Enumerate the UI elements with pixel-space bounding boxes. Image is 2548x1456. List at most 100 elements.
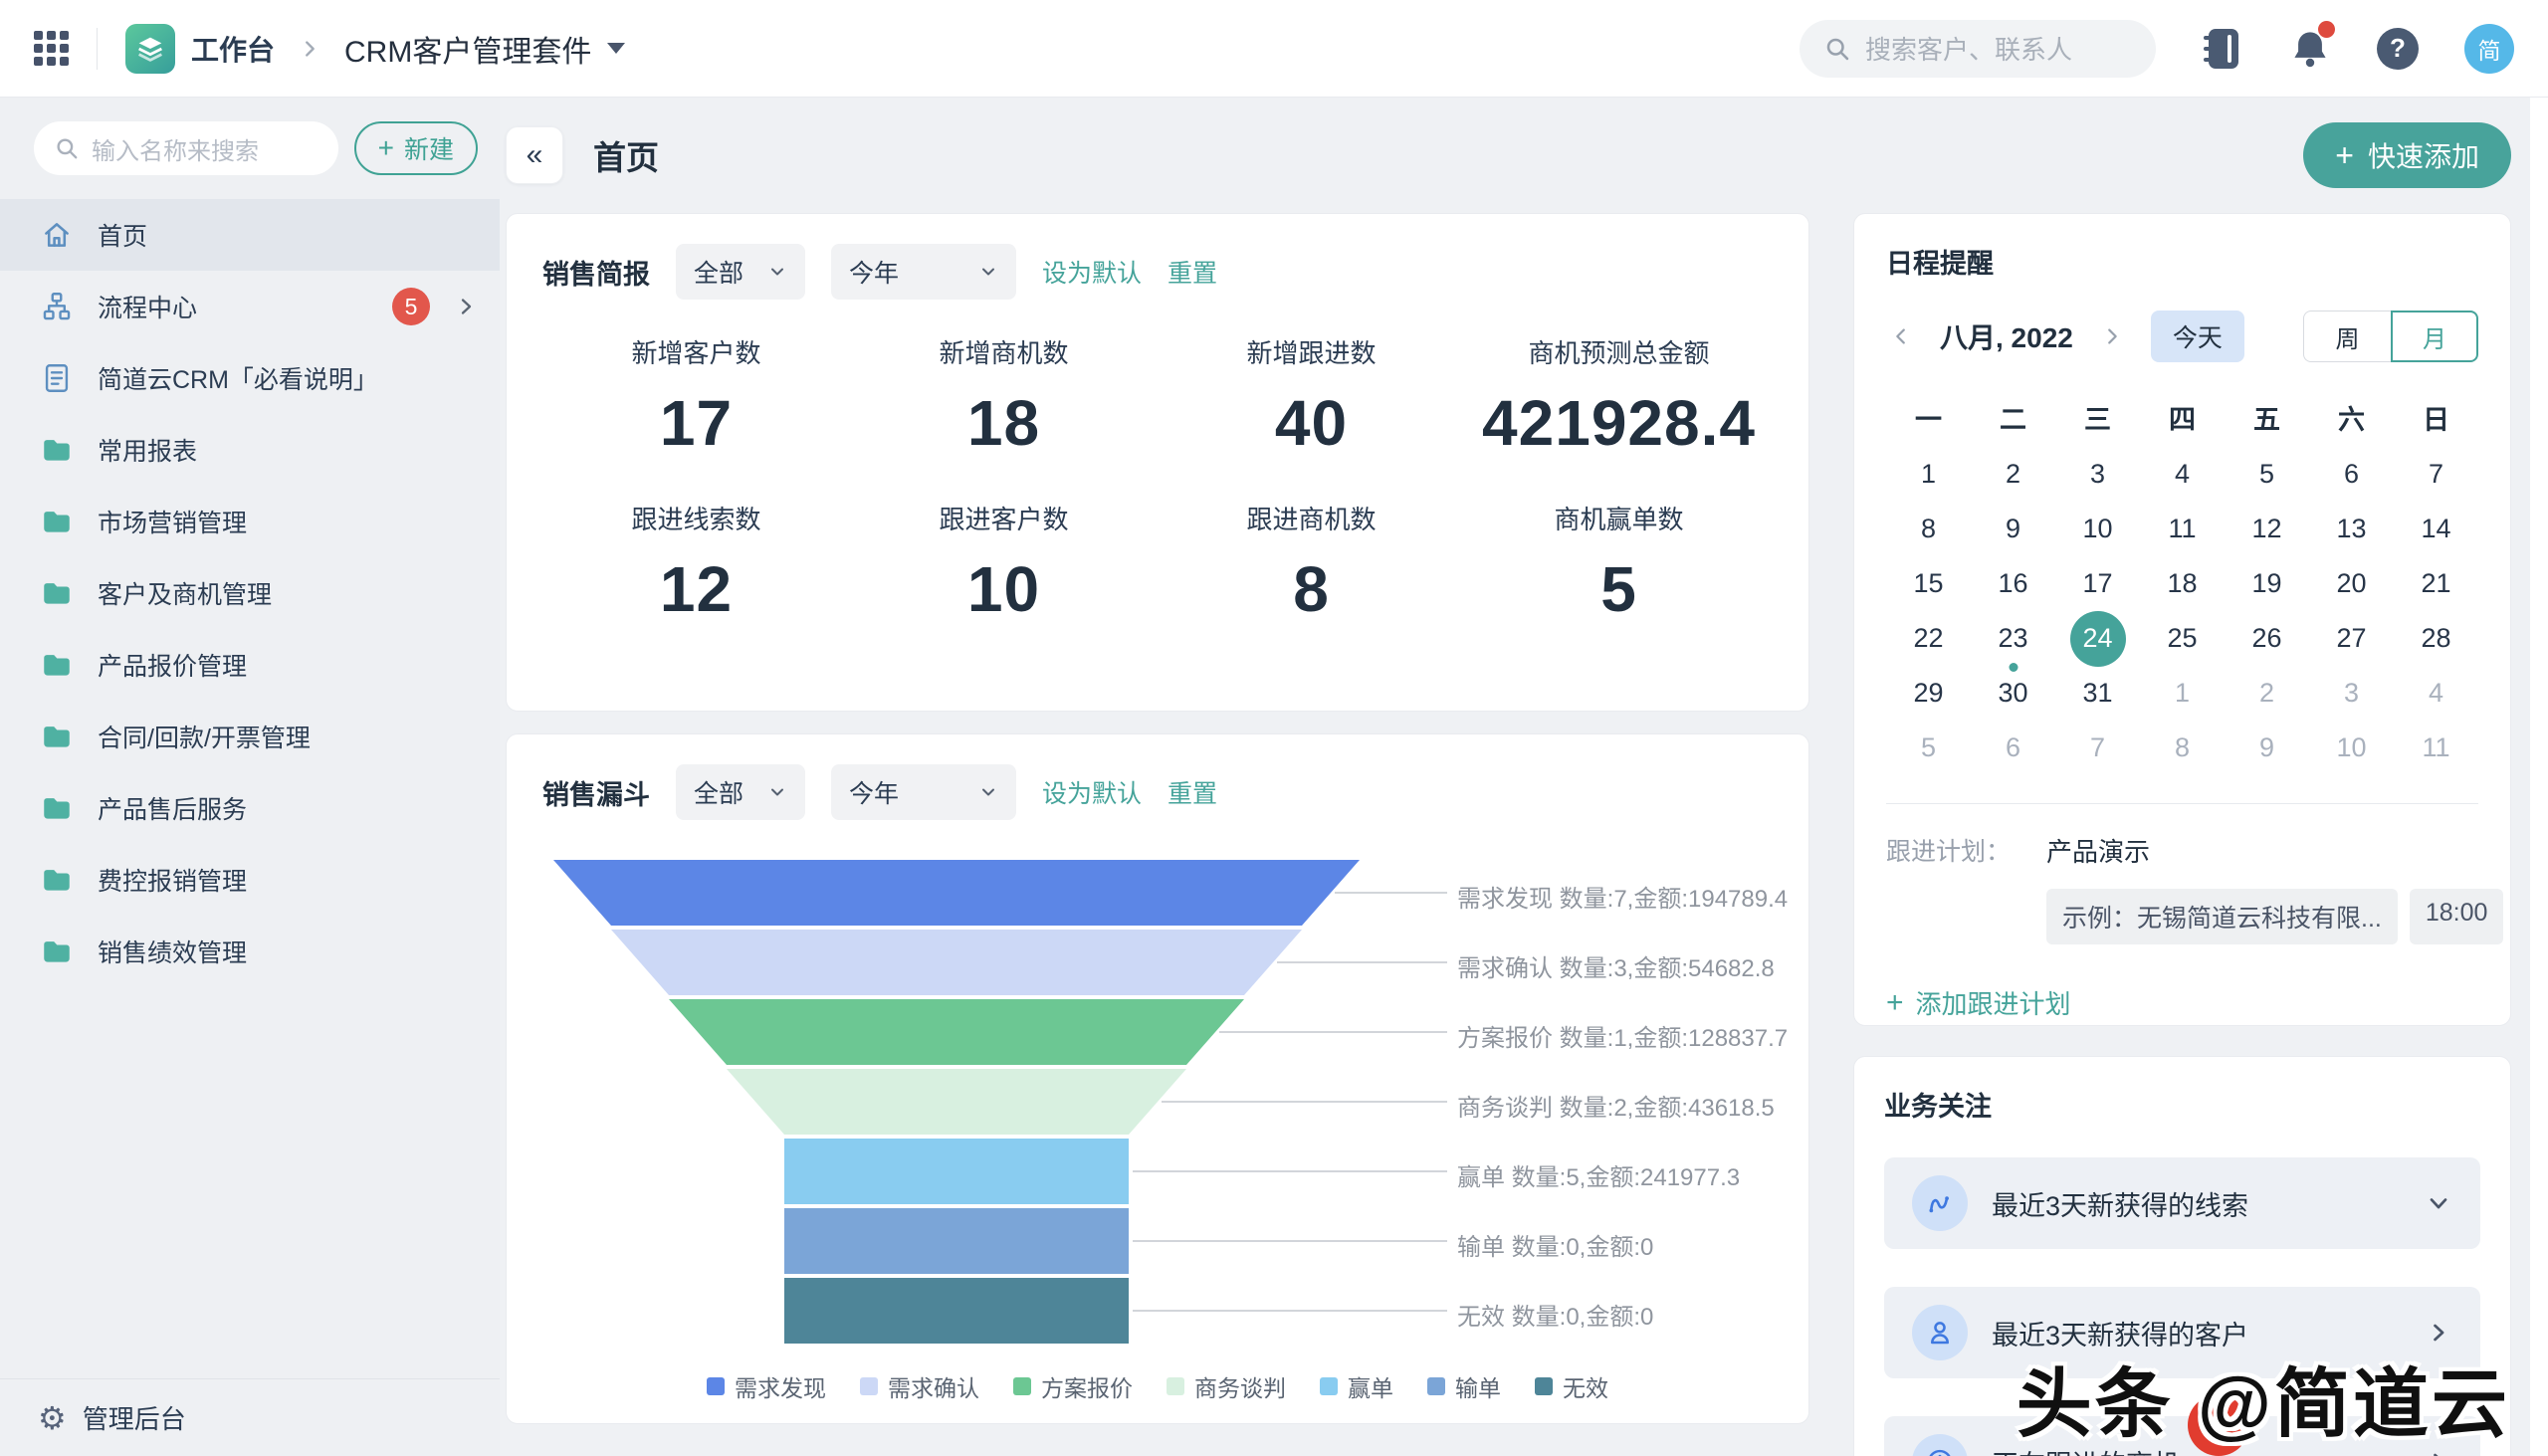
- sidebar-item-6[interactable]: 产品报价管理: [0, 629, 500, 701]
- calendar-day[interactable]: 1: [2140, 666, 2225, 721]
- legend-item-5[interactable]: 输单: [1427, 1369, 1501, 1403]
- stat-7[interactable]: 商机赢单数 5: [1465, 500, 1773, 626]
- calendar-day[interactable]: 11: [2394, 721, 2478, 775]
- workspace-label[interactable]: 工作台: [191, 29, 275, 69]
- calendar-day[interactable]: 27: [2309, 611, 2394, 666]
- app-switch-caret-icon[interactable]: [607, 43, 626, 54]
- calendar-day[interactable]: 28: [2394, 611, 2478, 666]
- calendar-day[interactable]: 8: [2140, 721, 2225, 775]
- stat-6[interactable]: 跟进商机数 8: [1158, 500, 1465, 626]
- reset-link[interactable]: 重置: [1168, 254, 1217, 290]
- admin-console-button[interactable]: ⚙ 管理后台: [0, 1378, 500, 1456]
- calendar-day[interactable]: 2: [1971, 447, 2055, 502]
- new-button[interactable]: + 新建: [353, 121, 478, 175]
- user-avatar[interactable]: 简: [2464, 23, 2514, 74]
- legend-item-6[interactable]: 无效: [1535, 1369, 1608, 1403]
- calendar-day[interactable]: 22: [1886, 611, 1971, 666]
- sidebar-item-1[interactable]: 流程中心 5: [0, 271, 500, 342]
- calendar-day[interactable]: 31: [2055, 666, 2140, 721]
- sidebar-search-input[interactable]: 输入名称来搜索: [34, 121, 338, 175]
- quick-add-button[interactable]: + 快速添加: [2303, 122, 2511, 188]
- calendar-day[interactable]: 25: [2140, 611, 2225, 666]
- calendar-day[interactable]: 7: [2055, 721, 2140, 775]
- calendar-day-selected[interactable]: 24: [2055, 610, 2140, 667]
- sidebar-item-9[interactable]: 费控报销管理: [0, 844, 500, 916]
- sidebar-item-7[interactable]: 合同/回款/开票管理: [0, 701, 500, 772]
- funnel-scope-select[interactable]: 全部: [676, 764, 805, 820]
- followup-company-pill[interactable]: 示例：无锡简道云科技有限...: [2046, 889, 2398, 944]
- notifications-bell-icon[interactable]: [2289, 20, 2335, 71]
- calendar-day[interactable]: 15: [1886, 556, 1971, 611]
- calendar-day[interactable]: 3: [2055, 447, 2140, 502]
- focus-row-0[interactable]: 最近3天新获得的线索: [1884, 1157, 2480, 1249]
- legend-item-4[interactable]: 赢单: [1320, 1369, 1393, 1403]
- stat-0[interactable]: 新增客户数 17: [542, 333, 850, 460]
- calendar-prev-icon[interactable]: [1886, 321, 1916, 351]
- legend-item-1[interactable]: 需求确认: [860, 1369, 979, 1403]
- calendar-day[interactable]: 21: [2394, 556, 2478, 611]
- calendar-day[interactable]: 12: [2225, 502, 2309, 556]
- calendar-day[interactable]: 3: [2309, 666, 2394, 721]
- sidebar-item-4[interactable]: 市场营销管理: [0, 486, 500, 557]
- calendar-day[interactable]: 13: [2309, 502, 2394, 556]
- calendar-day[interactable]: 4: [2140, 447, 2225, 502]
- sidebar-item-0[interactable]: 首页: [0, 199, 500, 271]
- sidebar-item-3[interactable]: 常用报表: [0, 414, 500, 486]
- funnel-stage-5[interactable]: [784, 1208, 1129, 1274]
- calendar-day[interactable]: 20: [2309, 556, 2394, 611]
- calendar-day[interactable]: 9: [2225, 721, 2309, 775]
- notebook-icon[interactable]: [2202, 26, 2243, 72]
- funnel-stage-6[interactable]: [784, 1278, 1129, 1344]
- app-grid-icon[interactable]: [34, 31, 69, 66]
- breadcrumb-app-title[interactable]: CRM客户管理套件: [344, 27, 591, 71]
- calendar-day[interactable]: 2: [2225, 666, 2309, 721]
- funnel-stage-0[interactable]: [553, 860, 1360, 926]
- legend-item-3[interactable]: 商务谈判: [1167, 1369, 1286, 1403]
- sidebar-item-2[interactable]: 简道云CRM「必看说明」: [0, 342, 500, 414]
- sidebar-item-10[interactable]: 销售绩效管理: [0, 916, 500, 987]
- calendar-day[interactable]: 5: [1886, 721, 1971, 775]
- reset-link[interactable]: 重置: [1168, 774, 1217, 810]
- sales-brief-period-select[interactable]: 今年: [831, 244, 1016, 300]
- global-search-input[interactable]: 搜索客户、联系人: [1800, 19, 2156, 78]
- calendar-day[interactable]: 19: [2225, 556, 2309, 611]
- stat-3[interactable]: 商机预测总金额 421928.4: [1465, 333, 1773, 460]
- calendar-day[interactable]: 1: [1886, 447, 1971, 502]
- funnel-stage-4[interactable]: [784, 1139, 1129, 1204]
- stat-1[interactable]: 新增商机数 18: [850, 333, 1158, 460]
- calendar-day[interactable]: 4: [2394, 666, 2478, 721]
- legend-item-0[interactable]: 需求发现: [707, 1369, 826, 1403]
- calendar-day[interactable]: 18: [2140, 556, 2225, 611]
- calendar-day[interactable]: 7: [2394, 447, 2478, 502]
- calendar-day[interactable]: 9: [1971, 502, 2055, 556]
- sidebar-item-8[interactable]: 产品售后服务: [0, 772, 500, 844]
- stat-2[interactable]: 新增跟进数 40: [1158, 333, 1465, 460]
- help-icon[interactable]: ?: [2377, 27, 2419, 70]
- funnel-stage-3[interactable]: [727, 1069, 1186, 1135]
- scrollbar-track[interactable]: [2530, 98, 2548, 1456]
- today-button[interactable]: 今天: [2150, 311, 2244, 362]
- funnel-stage-2[interactable]: [669, 999, 1244, 1065]
- funnel-stage-1[interactable]: [611, 930, 1302, 995]
- week-toggle[interactable]: 周: [2303, 311, 2391, 362]
- sidebar-collapse-button[interactable]: «: [506, 126, 563, 184]
- sidebar-item-5[interactable]: 客户及商机管理: [0, 557, 500, 629]
- calendar-day[interactable]: 17: [2055, 556, 2140, 611]
- calendar-day[interactable]: 16: [1971, 556, 2055, 611]
- calendar-day[interactable]: 8: [1886, 502, 1971, 556]
- calendar-day[interactable]: 10: [2309, 721, 2394, 775]
- calendar-day[interactable]: 30: [1971, 666, 2055, 721]
- stat-5[interactable]: 跟进客户数 10: [850, 500, 1158, 626]
- calendar-day[interactable]: 11: [2140, 502, 2225, 556]
- calendar-day[interactable]: 23: [1971, 611, 2055, 672]
- workspace-logo-icon[interactable]: [125, 23, 175, 74]
- add-followup-link[interactable]: + 添加跟进计划: [1886, 984, 2478, 1021]
- calendar-next-icon[interactable]: [2097, 321, 2127, 351]
- set-default-link[interactable]: 设为默认: [1042, 254, 1142, 290]
- calendar-day[interactable]: 5: [2225, 447, 2309, 502]
- funnel-period-select[interactable]: 今年: [831, 764, 1016, 820]
- calendar-day[interactable]: 6: [1971, 721, 2055, 775]
- sales-brief-scope-select[interactable]: 全部: [676, 244, 805, 300]
- calendar-day[interactable]: 26: [2225, 611, 2309, 666]
- set-default-link[interactable]: 设为默认: [1042, 774, 1142, 810]
